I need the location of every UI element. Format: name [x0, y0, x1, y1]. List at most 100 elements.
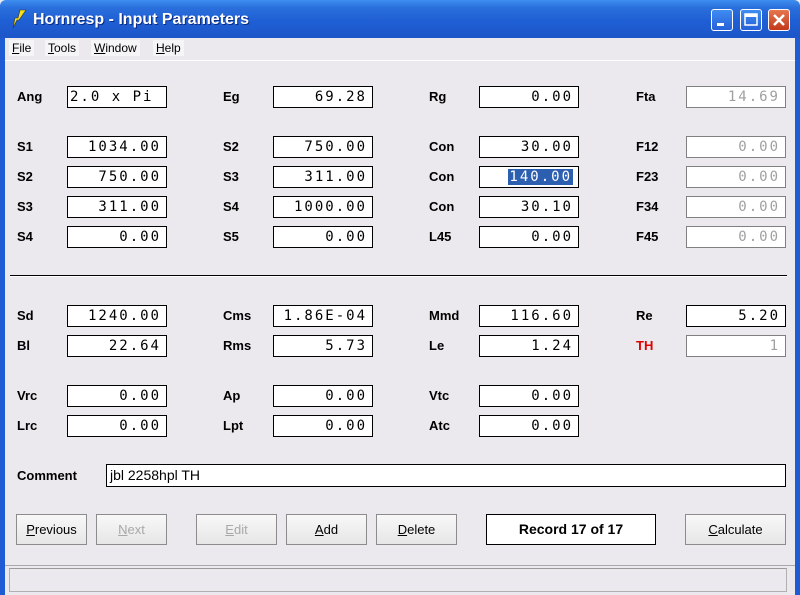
param-input-con[interactable]: 30.00: [479, 136, 579, 158]
param-input-bl[interactable]: 22.64: [67, 335, 167, 357]
close-button[interactable]: [768, 9, 790, 31]
param-input-s3[interactable]: 311.00: [67, 196, 167, 218]
param-input-vtc[interactable]: 0.00: [479, 385, 579, 407]
param-input-lrc[interactable]: 0.00: [67, 415, 167, 437]
param-input-sd[interactable]: 1240.00: [67, 305, 167, 327]
next-button[interactable]: Next: [96, 514, 167, 545]
param-input-s2[interactable]: 750.00: [67, 166, 167, 188]
param-input-l45[interactable]: 0.00: [479, 226, 579, 248]
param-value: 1034.00: [87, 139, 161, 155]
param-input-f23[interactable]: 0.00: [686, 166, 786, 188]
param-input-f45[interactable]: 0.00: [686, 226, 786, 248]
title-bar[interactable]: Hornresp - Input Parameters: [0, 0, 800, 38]
param-label-ap: Ap: [223, 388, 241, 403]
status-separator: [5, 565, 795, 566]
param-input-ang[interactable]: 2.0 x Pi: [67, 86, 167, 108]
param-value: 311.00: [98, 199, 161, 215]
param-label-f23: F23: [636, 169, 659, 184]
param-input-le[interactable]: 1.24: [479, 335, 579, 357]
minimize-button[interactable]: [711, 9, 733, 31]
param-value: 0.00: [325, 418, 367, 434]
menu-window[interactable]: Window: [91, 40, 140, 56]
param-input-fta[interactable]: 14.69: [686, 86, 786, 108]
comment-input[interactable]: jbl 2258hpl TH: [106, 464, 786, 487]
param-value: 0.00: [738, 169, 780, 185]
param-value: 1.86E-04: [283, 308, 367, 324]
param-input-mmd[interactable]: 116.60: [479, 305, 579, 327]
maximize-icon: [744, 13, 758, 26]
param-input-f12[interactable]: 0.00: [686, 136, 786, 158]
menu-file[interactable]: File: [9, 40, 35, 56]
param-value: 0.00: [531, 388, 573, 404]
minimize-icon: [717, 23, 724, 26]
delete-button[interactable]: Delete: [376, 514, 457, 545]
param-input-s4[interactable]: 0.00: [67, 226, 167, 248]
param-value: 750.00: [98, 169, 161, 185]
param-value: 1240.00: [87, 308, 161, 324]
menu-tools[interactable]: Tools: [45, 40, 80, 56]
param-value: 0.00: [325, 229, 367, 245]
section-divider: [10, 275, 787, 277]
param-input-s2[interactable]: 750.00: [273, 136, 373, 158]
param-label-s4: S4: [17, 229, 33, 244]
window-frame-left: [0, 38, 5, 595]
param-label-lpt: Lpt: [223, 418, 244, 433]
add-button[interactable]: Add: [286, 514, 367, 545]
lightning-icon: [12, 9, 27, 29]
param-label-re: Re: [636, 308, 653, 323]
param-value: 0.00: [531, 229, 573, 245]
param-label-s2: S2: [223, 139, 239, 154]
param-input-th[interactable]: 1: [686, 335, 786, 357]
param-input-s5[interactable]: 0.00: [273, 226, 373, 248]
param-value: 0.00: [325, 388, 367, 404]
menu-bar: File Tools Window Help: [5, 38, 795, 61]
param-label-s3: S3: [17, 199, 33, 214]
param-input-con[interactable]: 30.10: [479, 196, 579, 218]
param-input-re[interactable]: 5.20: [686, 305, 786, 327]
param-label-lrc: Lrc: [17, 418, 38, 433]
param-value: 1.24: [531, 338, 573, 354]
param-value: 22.64: [108, 338, 161, 354]
param-input-vrc[interactable]: 0.00: [67, 385, 167, 407]
param-input-ap[interactable]: 0.00: [273, 385, 373, 407]
param-label-s4: S4: [223, 199, 239, 214]
param-value: 69.28: [314, 89, 367, 105]
param-value: 30.10: [520, 199, 573, 215]
comment-label: Comment: [17, 468, 77, 483]
previous-button[interactable]: Previous: [16, 514, 87, 545]
param-value: 0.00: [119, 229, 161, 245]
param-value: 0.00: [531, 89, 573, 105]
param-input-s3[interactable]: 311.00: [273, 166, 373, 188]
calculate-button[interactable]: Calculate: [685, 514, 786, 545]
param-input-atc[interactable]: 0.00: [479, 415, 579, 437]
param-input-s1[interactable]: 1034.00: [67, 136, 167, 158]
param-label-l45: L45: [429, 229, 452, 244]
param-input-lpt[interactable]: 0.00: [273, 415, 373, 437]
param-input-rms[interactable]: 5.73: [273, 335, 373, 357]
param-label-con: Con: [429, 199, 455, 214]
param-value: 0.00: [119, 418, 161, 434]
param-input-f34[interactable]: 0.00: [686, 196, 786, 218]
param-value: 0.00: [738, 199, 780, 215]
param-label-s1: S1: [17, 139, 33, 154]
edit-button[interactable]: Edit: [196, 514, 277, 545]
maximize-button[interactable]: [740, 9, 762, 31]
param-label-con: Con: [429, 169, 455, 184]
status-bar: [9, 568, 787, 592]
param-input-cms[interactable]: 1.86E-04: [273, 305, 373, 327]
param-value: 30.00: [520, 139, 573, 155]
param-value: 14.69: [727, 89, 780, 105]
window-title: Hornresp - Input Parameters: [33, 11, 250, 28]
param-label-rg: Rg: [429, 89, 447, 104]
param-input-rg[interactable]: 0.00: [479, 86, 579, 108]
menu-help[interactable]: Help: [153, 40, 184, 56]
param-value: 116.60: [510, 308, 573, 324]
record-indicator: Record 17 of 17: [486, 514, 656, 545]
param-value: 5.20: [738, 308, 780, 324]
param-input-con[interactable]: 140.00: [479, 166, 579, 188]
param-value: 311.00: [304, 169, 367, 185]
param-input-eg[interactable]: 69.28: [273, 86, 373, 108]
param-value: 0.00: [119, 388, 161, 404]
param-label-eg: Eg: [223, 89, 240, 104]
param-input-s4[interactable]: 1000.00: [273, 196, 373, 218]
